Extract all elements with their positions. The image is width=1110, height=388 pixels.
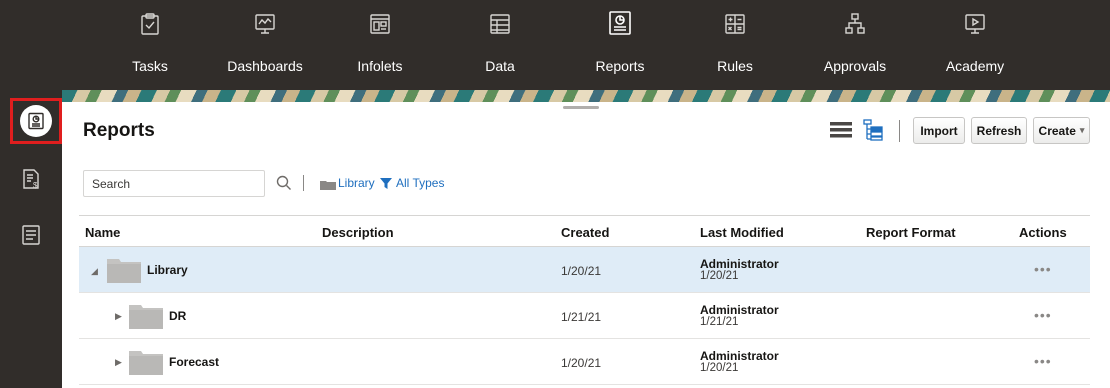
type-filter-link[interactable]: All Types — [396, 176, 444, 190]
nav-label: Academy — [945, 58, 1005, 74]
row-name[interactable]: DR — [169, 309, 186, 323]
dashboard-icon — [255, 14, 275, 34]
expand-icon[interactable]: ▶ — [115, 311, 122, 322]
table-row[interactable]: ▶ Forecast 1/20/21 Administrator 1/20/21… — [79, 339, 1090, 385]
list-view-icon[interactable] — [830, 121, 852, 139]
nav-label: Tasks — [132, 58, 168, 74]
row-modified-by: Administrator — [700, 349, 779, 363]
row-modified-by: Administrator — [700, 303, 779, 317]
folder-icon — [129, 305, 163, 329]
expand-icon[interactable]: ▶ — [115, 357, 122, 368]
reports-icon — [609, 11, 631, 35]
reports-icon — [28, 112, 44, 130]
nav-item-rules[interactable]: Rules — [715, 0, 755, 90]
approvals-icon — [845, 13, 865, 34]
filter-icon — [380, 178, 392, 189]
column-header-last-modified[interactable]: Last Modified — [700, 225, 784, 240]
library-breadcrumb-link[interactable]: Library — [338, 176, 375, 190]
top-navigation-bar: Tasks Dashboards Infolets Data Reports R… — [0, 0, 1110, 90]
chevron-down-icon: ▾ — [1079, 125, 1085, 135]
import-button[interactable]: Import — [913, 117, 965, 144]
row-name[interactable]: Library — [147, 263, 188, 277]
tree-view-icon[interactable] — [863, 119, 883, 141]
row-name[interactable]: Forecast — [169, 355, 219, 369]
infolets-icon — [370, 14, 390, 34]
data-icon — [490, 14, 510, 34]
nav-item-tasks[interactable]: Tasks — [125, 0, 175, 90]
nav-label: Reports — [595, 58, 645, 74]
more-actions-icon[interactable]: ••• — [1034, 261, 1052, 277]
nav-label: Data — [485, 58, 515, 74]
row-modified-date: 1/20/21 — [700, 362, 739, 374]
decorative-banner — [62, 90, 1110, 102]
drag-handle[interactable] — [563, 106, 599, 109]
row-created: 1/21/21 — [561, 310, 602, 324]
nav-label: Rules — [717, 58, 753, 74]
folder-icon — [129, 351, 163, 375]
folder-icon — [107, 259, 141, 283]
row-modified-date: 1/21/21 — [700, 316, 739, 328]
nav-item-reports[interactable]: Reports — [590, 0, 650, 90]
svg-text:$: $ — [33, 181, 38, 190]
column-header-description[interactable]: Description — [322, 225, 394, 240]
refresh-button[interactable]: Refresh — [971, 117, 1027, 144]
rules-icon — [725, 14, 745, 34]
row-modified-by: Administrator — [700, 257, 779, 271]
search-divider — [303, 175, 304, 191]
more-actions-icon[interactable]: ••• — [1034, 307, 1052, 323]
nav-item-infolets[interactable]: Infolets — [355, 0, 405, 90]
collapse-icon[interactable]: ◢ — [91, 266, 98, 277]
more-actions-icon[interactable]: ••• — [1034, 353, 1052, 369]
nav-label: Approvals — [823, 58, 887, 74]
nav-label: Dashboards — [227, 58, 303, 74]
row-created: 1/20/21 — [561, 264, 602, 278]
nav-label: Infolets — [357, 58, 403, 74]
table-row[interactable]: ▶ DR 1/21/21 Administrator 1/21/21 ••• — [79, 293, 1090, 339]
academy-icon — [965, 14, 985, 34]
table-row[interactable]: ◢ Library 1/20/21 Administrator 1/20/21 … — [79, 247, 1090, 293]
column-header-created[interactable]: Created — [561, 225, 609, 240]
search-icon[interactable] — [276, 175, 292, 191]
folder-icon — [320, 181, 336, 190]
column-header-actions: Actions — [1019, 225, 1067, 240]
toolbar-divider — [899, 120, 900, 142]
nav-item-dashboards[interactable]: Dashboards — [225, 0, 305, 90]
table-header: Name Description Created Last Modified R… — [79, 215, 1090, 247]
nav-item-data[interactable]: Data — [480, 0, 520, 90]
search-input[interactable] — [83, 170, 265, 197]
nav-item-approvals[interactable]: Approvals — [820, 0, 890, 90]
row-modified-date: 1/20/21 — [700, 270, 739, 282]
create-button[interactable]: Create ▾ — [1033, 117, 1090, 144]
financial-report-icon[interactable]: $ — [21, 168, 41, 190]
document-icon[interactable] — [21, 224, 41, 246]
page-title: Reports — [83, 120, 155, 141]
column-header-report-format[interactable]: Report Format — [866, 225, 956, 240]
rail-item-reports[interactable] — [10, 98, 62, 144]
column-header-name[interactable]: Name — [85, 225, 120, 240]
row-created: 1/20/21 — [561, 356, 602, 370]
nav-item-academy[interactable]: Academy — [930, 0, 1020, 90]
tasks-icon — [141, 13, 159, 35]
